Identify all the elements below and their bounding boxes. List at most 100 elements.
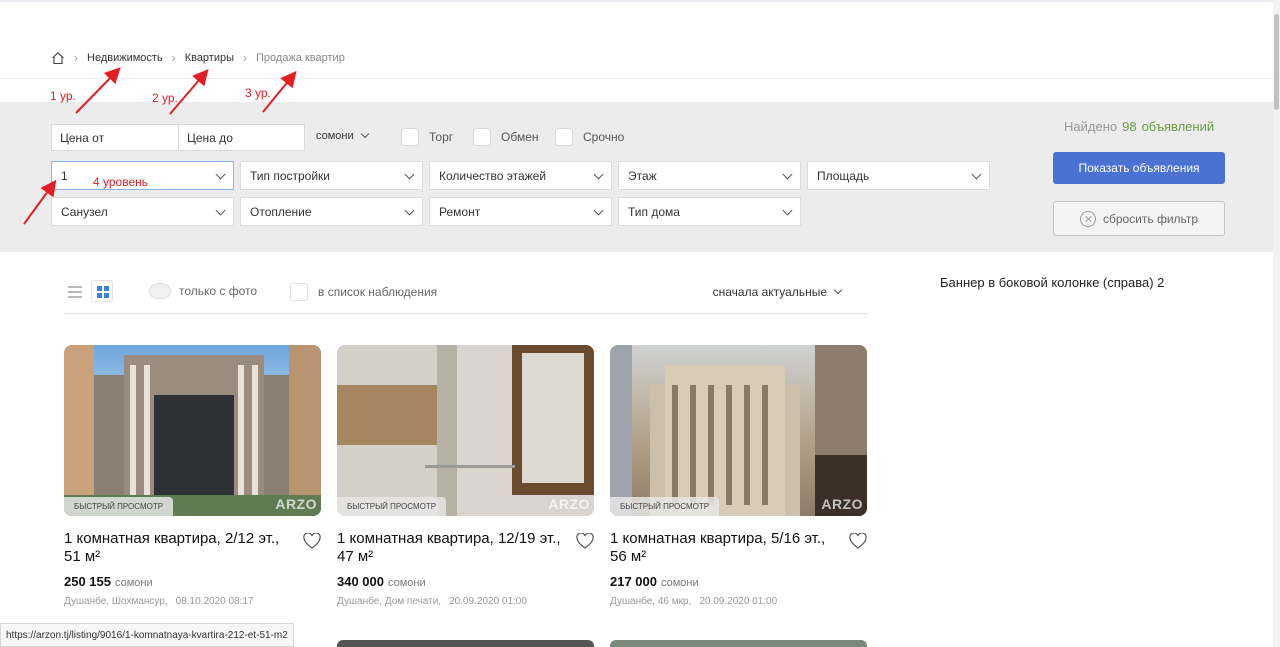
exchange-checkbox[interactable]: Обмен	[473, 128, 539, 146]
status-bar-url: https://arzon.tj/listing/9016/1-komnatna…	[0, 623, 294, 647]
quick-view-badge[interactable]: БЫСТРЫЙ ПРОСМОТР	[64, 497, 174, 516]
annotation-level2: 2 ур.	[152, 91, 178, 105]
build-type-select[interactable]: Тип постройки	[240, 161, 423, 190]
watchlist-checkbox[interactable]: в список наблюдения	[290, 283, 437, 301]
found-label: Найдено	[1064, 119, 1118, 134]
watchlist-label: в список наблюдения	[318, 285, 438, 299]
checkbox-box[interactable]	[290, 283, 308, 301]
select-label: Количество этажей	[439, 168, 547, 183]
breadcrumb-item-realty[interactable]: Недвижимость	[87, 52, 163, 64]
listing-location: Душанбе, Шохмансур,	[64, 596, 168, 607]
scrollbar[interactable]	[1273, 0, 1280, 647]
currency-select[interactable]: сомони	[316, 129, 369, 142]
urgent-checkbox[interactable]: Срочно	[555, 128, 624, 146]
heart-icon[interactable]	[849, 533, 867, 549]
price-value: 250 155	[64, 574, 111, 589]
bathroom-select[interactable]: Санузел	[51, 197, 234, 226]
select-label: Этаж	[628, 168, 657, 183]
chevron-down-icon	[360, 129, 369, 139]
select-label: Ремонт	[439, 204, 481, 219]
found-number: 98	[1122, 119, 1137, 134]
home-icon[interactable]	[51, 51, 65, 65]
listing-photo[interactable]: БЫСТРЫЙ ПРОСМОТР ARZO	[337, 345, 594, 516]
listing-title[interactable]: 1 комнатная квартира, 2/12 эт., 51 м²	[64, 530, 289, 566]
listing-photo[interactable]: БЫСТРЫЙ ПРОСМОТР ARZO	[64, 345, 321, 516]
annotation-level1: 1 ур.	[50, 89, 76, 103]
sort-select[interactable]: сначала актуальные	[713, 285, 843, 299]
sidebar-banner: Баннер в боковой колонке (справа) 2	[940, 275, 1165, 290]
watermark-logo: ARZO	[821, 496, 863, 512]
only-photo-label: только с фото	[179, 284, 258, 298]
breadcrumb-item-sale: Продажа квартир	[256, 52, 345, 64]
breadcrumb: › Недвижимость › Квартиры › Продажа квар…	[51, 48, 345, 68]
checkbox-box[interactable]	[473, 128, 491, 146]
next-listing-photo[interactable]	[337, 640, 594, 647]
checkbox-box[interactable]	[401, 128, 419, 146]
select-label: Санузел	[61, 204, 108, 219]
chevron-down-icon	[971, 169, 982, 180]
chevron-down-icon	[593, 169, 604, 180]
price-value: 340 000	[337, 574, 384, 589]
quick-view-badge[interactable]: БЫСТРЫЙ ПРОСМОТР	[337, 497, 447, 516]
top-border	[0, 0, 1280, 2]
grid-view-icon[interactable]	[91, 280, 113, 302]
price-currency: сомони	[388, 577, 426, 589]
price-from-input[interactable]: Цена от	[51, 124, 179, 151]
chevron-down-icon	[593, 205, 604, 216]
show-listings-button[interactable]: Показать объявления	[1053, 152, 1225, 184]
page: › Недвижимость › Квартиры › Продажа квар…	[0, 0, 1280, 647]
checkbox-label: Торг	[429, 130, 454, 144]
listing-title[interactable]: 1 комнатная квартира, 5/16 эт., 56 м²	[610, 530, 835, 566]
chevron-right-icon: ›	[171, 51, 176, 65]
divider	[0, 78, 1273, 79]
listing-date: 08.10.2020 08:17	[175, 596, 254, 607]
listing-location: Душанбе, Дом печати,	[337, 596, 442, 607]
listing-card[interactable]: БЫСТРЫЙ ПРОСМОТР ARZO 1 комнатная кварти…	[610, 345, 867, 607]
listing-meta: Душанбе, Шохмансур, 08.10.2020 08:17	[64, 596, 321, 607]
floor-select[interactable]: Этаж	[618, 161, 801, 190]
chevron-down-icon	[833, 285, 843, 295]
listing-date: 20.09.2020 01:00	[449, 596, 527, 607]
currency-label: сомони	[316, 130, 354, 142]
chevron-right-icon: ›	[74, 51, 78, 65]
breadcrumb-item-apartments[interactable]: Квартиры	[185, 52, 234, 64]
chevron-down-icon	[404, 169, 415, 180]
list-view-icon[interactable]	[68, 286, 82, 300]
repair-select[interactable]: Ремонт	[429, 197, 612, 226]
heart-icon[interactable]	[576, 533, 594, 549]
chevron-down-icon	[215, 169, 226, 180]
bargain-checkbox[interactable]: Торг	[401, 128, 453, 146]
next-listing-photo[interactable]	[610, 640, 867, 647]
quick-view-badge[interactable]: БЫСТРЫЙ ПРОСМОТР	[610, 497, 720, 516]
listing-card[interactable]: БЫСТРЫЙ ПРОСМОТР ARZO 1 комнатная кварти…	[64, 345, 321, 607]
floors-count-select[interactable]: Количество этажей	[429, 161, 612, 190]
heating-select[interactable]: Отопление	[240, 197, 423, 226]
select-label: Тип постройки	[250, 168, 331, 183]
listing-meta: Душанбе, 46 мкр, 20.09.2020 01:00	[610, 596, 867, 607]
chevron-down-icon	[782, 205, 793, 216]
area-select[interactable]: Площадь	[807, 161, 990, 190]
checkbox-box[interactable]	[555, 128, 573, 146]
listing-price: 250 155 сомони	[64, 574, 321, 589]
price-to-input[interactable]: Цена до	[178, 124, 305, 151]
chevron-right-icon: ›	[243, 51, 248, 65]
chevron-down-icon	[404, 205, 415, 216]
price-value: 217 000	[610, 574, 657, 589]
scrollbar-thumb[interactable]	[1274, 14, 1279, 110]
reset-filter-button[interactable]: сбросить фильтр	[1053, 201, 1225, 236]
room-illustration	[337, 345, 594, 516]
listing-title[interactable]: 1 комнатная квартира, 12/19 эт., 47 м²	[337, 530, 562, 566]
listing-card[interactable]: БЫСТРЫЙ ПРОСМОТР ARZO 1 комнатная кварти…	[337, 345, 594, 607]
house-type-select[interactable]: Тип дома	[618, 197, 801, 226]
close-circle-icon	[1079, 210, 1096, 227]
chevron-down-icon	[782, 169, 793, 180]
listing-photo[interactable]: БЫСТРЫЙ ПРОСМОТР ARZO	[610, 345, 867, 516]
found-word: объявлений	[1141, 119, 1215, 134]
heart-icon[interactable]	[303, 533, 321, 549]
only-photo-toggle[interactable]: только с фото	[149, 283, 257, 299]
listing-price: 217 000 сомони	[610, 574, 867, 589]
select-label: Отопление	[250, 204, 312, 219]
annotation-level3: 3 ур.	[245, 86, 271, 100]
reset-filter-label: сбросить фильтр	[1102, 211, 1199, 226]
toggle-switch[interactable]	[149, 283, 171, 299]
